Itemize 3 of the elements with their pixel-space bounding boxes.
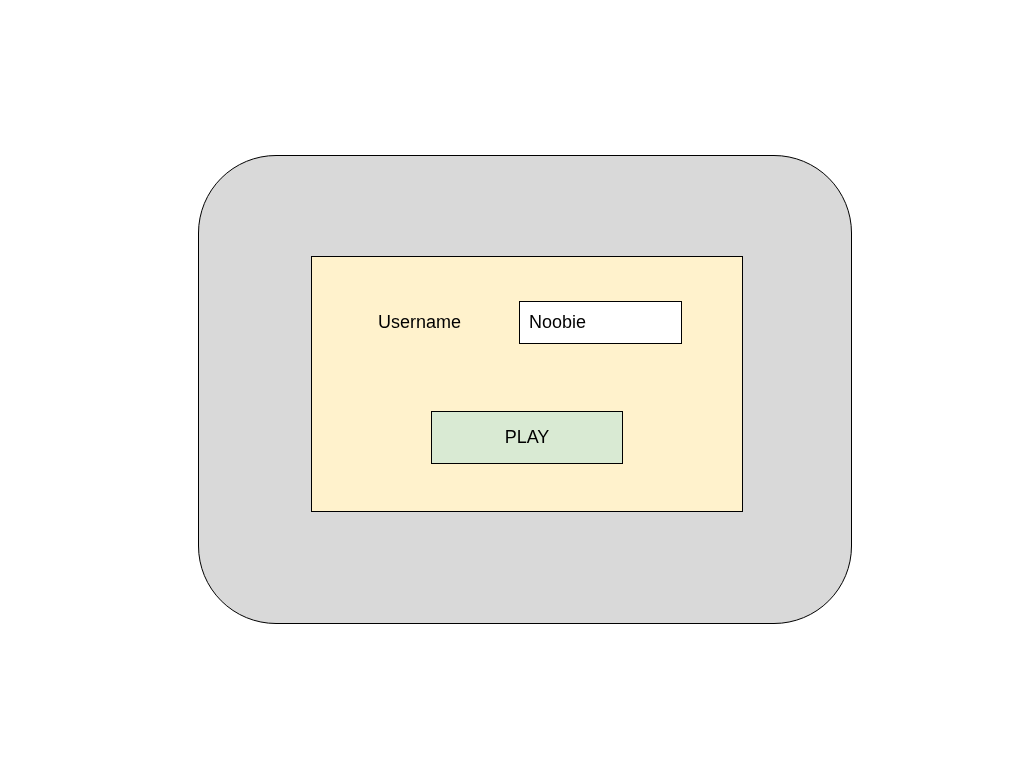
username-field[interactable]: Noobie: [519, 301, 682, 344]
username-label: Username: [378, 312, 462, 333]
play-button[interactable]: PLAY: [431, 411, 623, 464]
